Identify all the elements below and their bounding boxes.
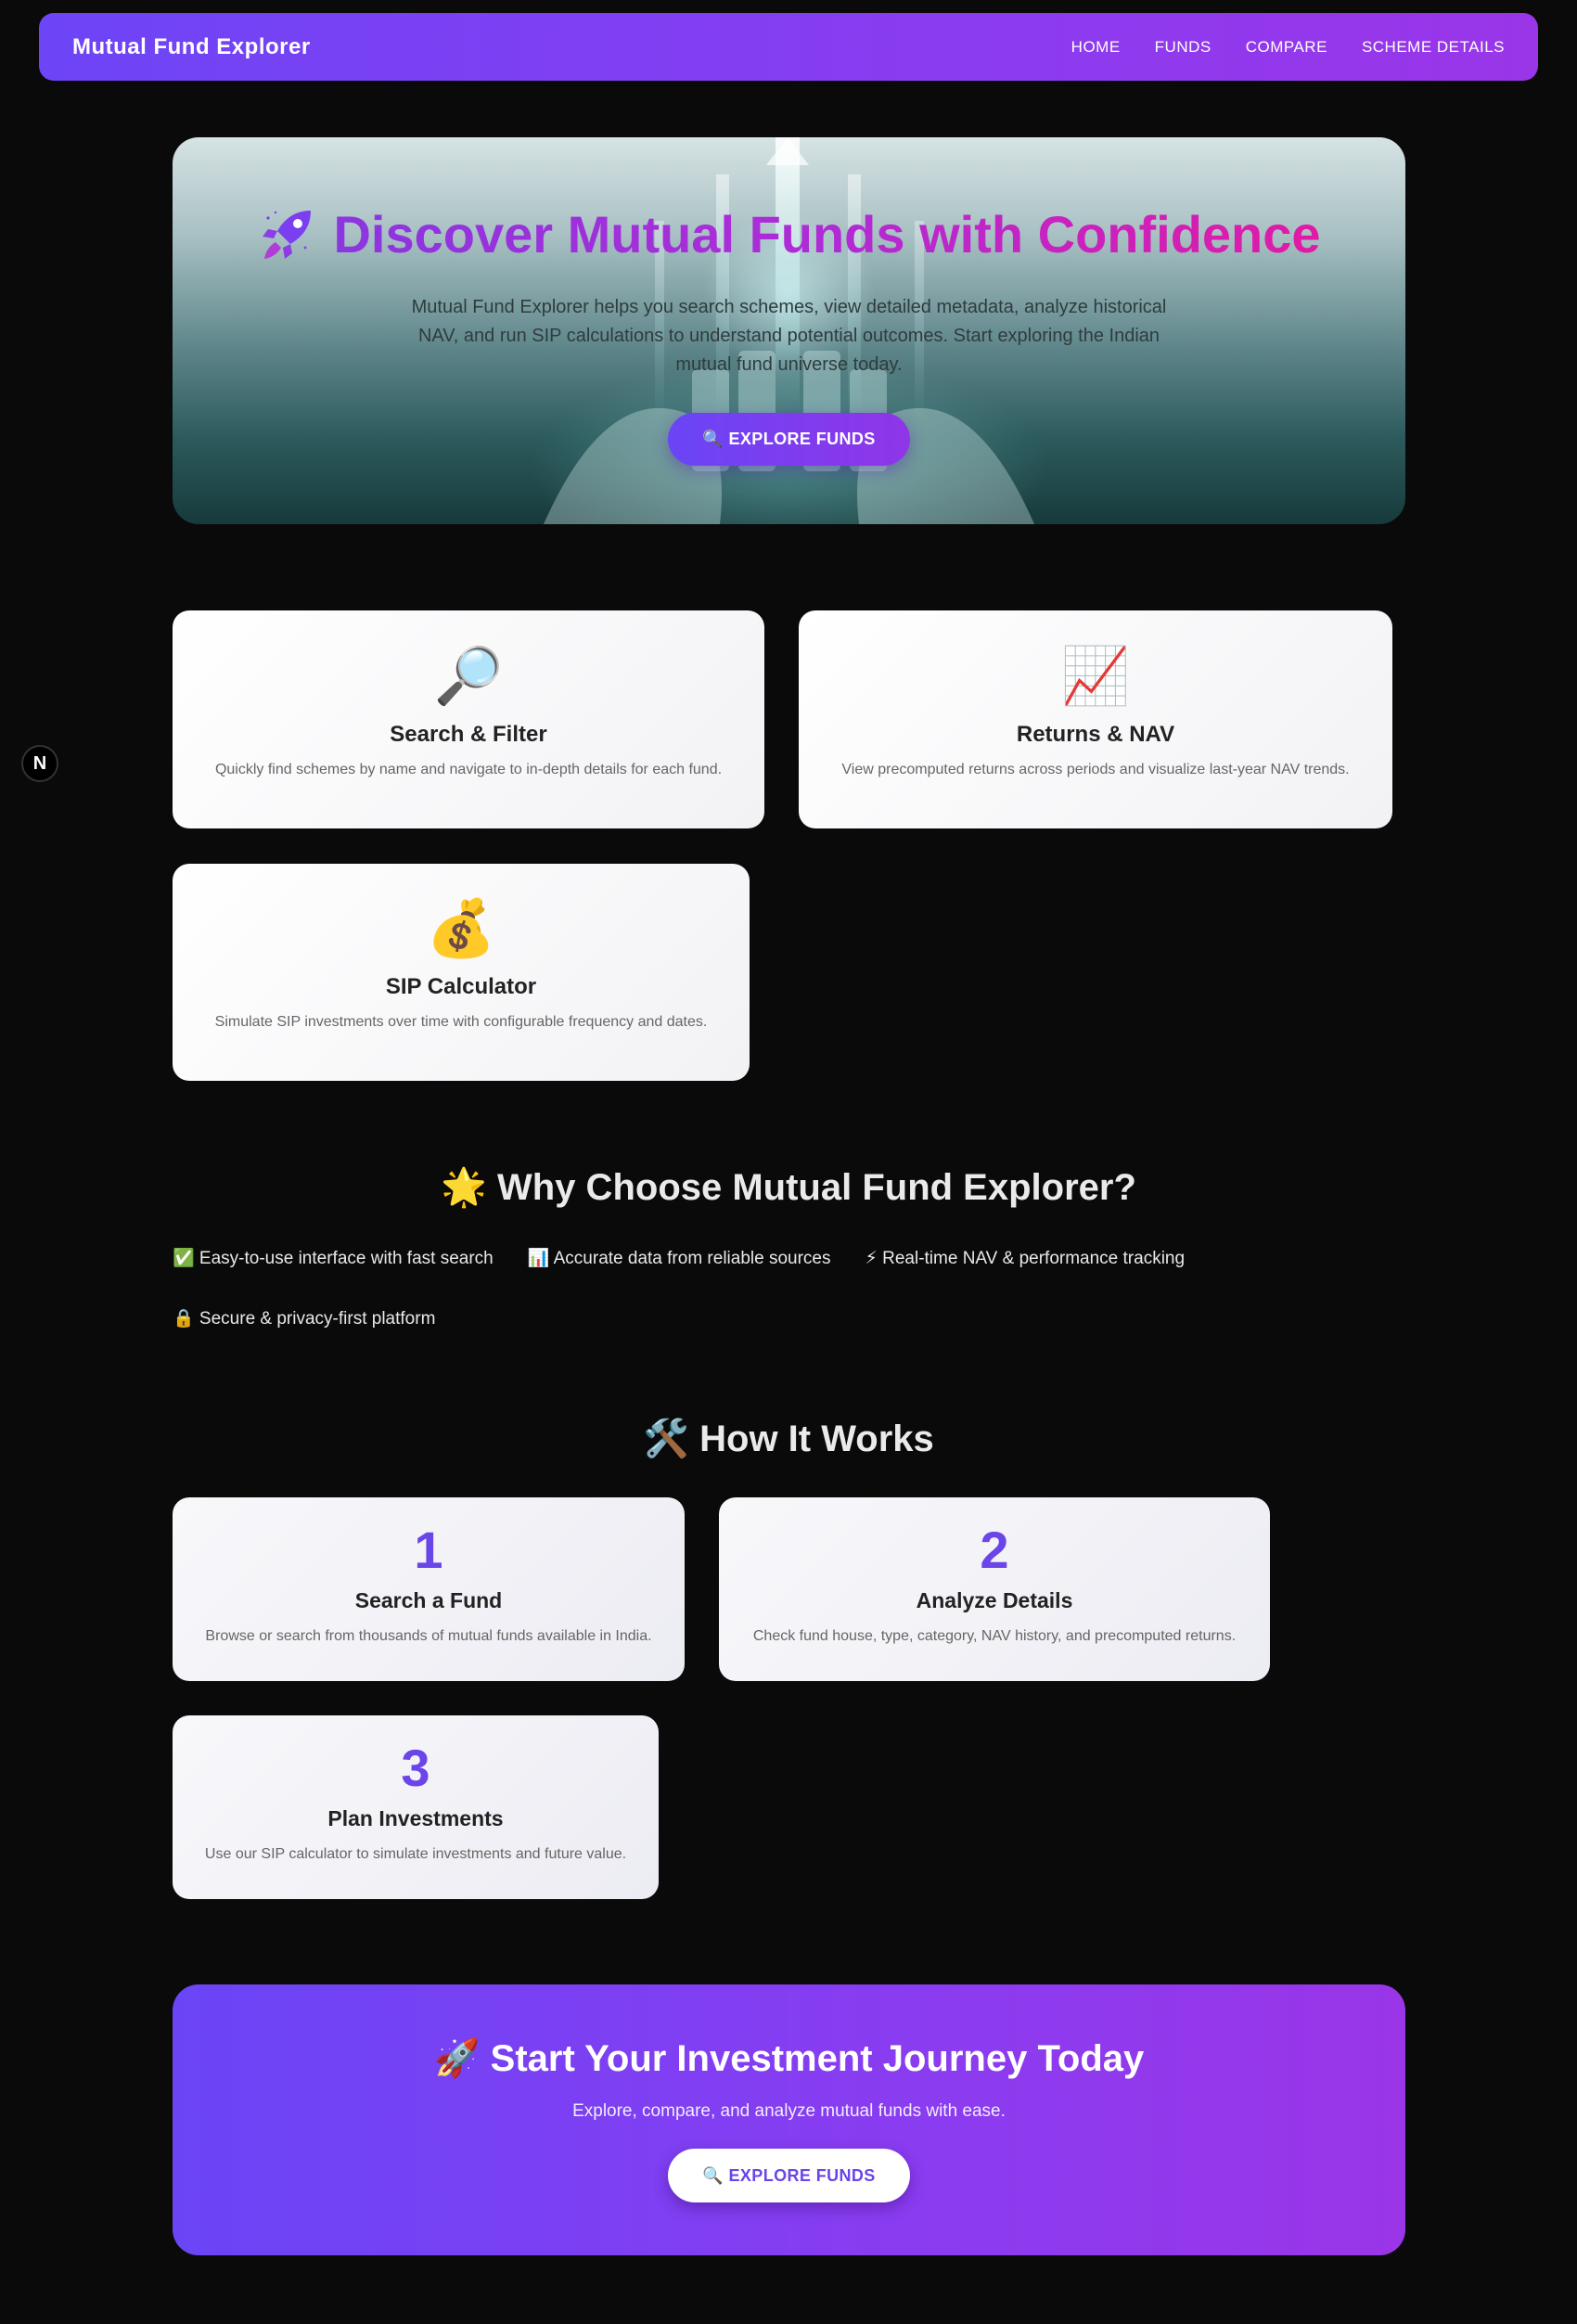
cta-explore-funds-button[interactable]: 🔍 EXPLORE FUNDS xyxy=(668,2149,910,2202)
cta-description: Explore, compare, and analyze mutual fun… xyxy=(572,2101,1006,2121)
rocket-icon xyxy=(257,205,316,264)
step-card-3: 3 Plan Investments Use our SIP calculato… xyxy=(173,1715,659,1899)
why-point: 🔒 Secure & privacy-first platform xyxy=(173,1309,436,1329)
step-description: Browse or search from thousands of mutua… xyxy=(205,1628,652,1644)
nav-links: HOME FUNDS COMPARE SCHEME DETAILS xyxy=(1071,38,1505,57)
hero-explore-funds-button[interactable]: 🔍 EXPLORE FUNDS xyxy=(668,412,910,466)
step-number: 1 xyxy=(414,1521,443,1579)
magnifier-icon: 🔎 xyxy=(433,645,504,707)
feature-title: SIP Calculator xyxy=(385,974,537,999)
hero-title: Discover Mutual Funds with Confidence xyxy=(257,204,1321,264)
feature-description: View precomputed returns across periods … xyxy=(841,762,1350,777)
why-point: ✅ Easy-to-use interface with fast search xyxy=(173,1249,494,1268)
why-choose-list: ✅ Easy-to-use interface with fast search… xyxy=(173,1247,1406,1329)
how-it-works-heading: 🛠️ How It Works xyxy=(643,1419,934,1459)
step-card-1: 1 Search a Fund Browse or search from th… xyxy=(173,1497,685,1681)
hero-banner: Discover Mutual Funds with Confidence Mu… xyxy=(173,137,1405,524)
feature-card-search-filter: 🔎 Search & Filter Quickly find schemes b… xyxy=(173,610,764,828)
nav-link-scheme-details[interactable]: SCHEME DETAILS xyxy=(1362,38,1505,57)
cta-title: 🚀 Start Your Investment Journey Today xyxy=(433,2038,1145,2079)
why-point: 📊 Accurate data from reliable sources xyxy=(527,1249,831,1268)
nextjs-badge-letter: N xyxy=(32,752,47,774)
cta-banner: 🚀 Start Your Investment Journey Today Ex… xyxy=(173,1984,1405,2255)
why-choose-row: 🔒 Secure & privacy-first platform xyxy=(173,1307,1406,1329)
nav-link-compare[interactable]: COMPARE xyxy=(1246,38,1327,57)
brand-logo[interactable]: Mutual Fund Explorer xyxy=(72,34,311,60)
feature-title: Returns & NAV xyxy=(1016,722,1175,747)
step-description: Check fund house, type, category, NAV hi… xyxy=(752,1628,1237,1644)
feature-card-sip-calculator: 💰 SIP Calculator Simulate SIP investment… xyxy=(173,864,750,1081)
hero-description: Mutual Fund Explorer helps you search sc… xyxy=(411,296,1167,375)
feature-description: Simulate SIP investments over time with … xyxy=(214,1014,708,1030)
chart-increasing-icon: 📈 xyxy=(1060,645,1131,707)
nextjs-icon[interactable]: N xyxy=(21,745,58,782)
step-description: Use our SIP calculator to simulate inves… xyxy=(204,1846,627,1862)
step-title: Analyze Details xyxy=(916,1588,1073,1612)
step-card-2: 2 Analyze Details Check fund house, type… xyxy=(719,1497,1270,1681)
step-title: Search a Fund xyxy=(354,1588,503,1612)
nav-link-home[interactable]: HOME xyxy=(1071,38,1121,57)
top-navbar: Mutual Fund Explorer HOME FUNDS COMPARE … xyxy=(39,13,1538,81)
why-choose-row: ✅ Easy-to-use interface with fast search… xyxy=(173,1247,1406,1269)
why-choose-heading: 🌟 Why Choose Mutual Fund Explorer? xyxy=(441,1167,1136,1208)
hero-content: Discover Mutual Funds with Confidence Mu… xyxy=(173,204,1405,466)
feature-card-returns-nav: 📈 Returns & NAV View precomputed returns… xyxy=(799,610,1392,828)
step-number: 2 xyxy=(980,1521,1009,1579)
hero-title-text: Discover Mutual Funds with Confidence xyxy=(333,205,1321,263)
money-bag-icon: 💰 xyxy=(426,897,496,959)
step-number: 3 xyxy=(401,1739,430,1797)
feature-description: Quickly find schemes by name and navigat… xyxy=(214,762,723,777)
nav-link-funds[interactable]: FUNDS xyxy=(1155,38,1212,57)
feature-title: Search & Filter xyxy=(390,722,547,747)
step-title: Plan Investments xyxy=(327,1806,504,1830)
why-point: ⚡ Real-time NAV & performance tracking xyxy=(865,1248,1186,1268)
